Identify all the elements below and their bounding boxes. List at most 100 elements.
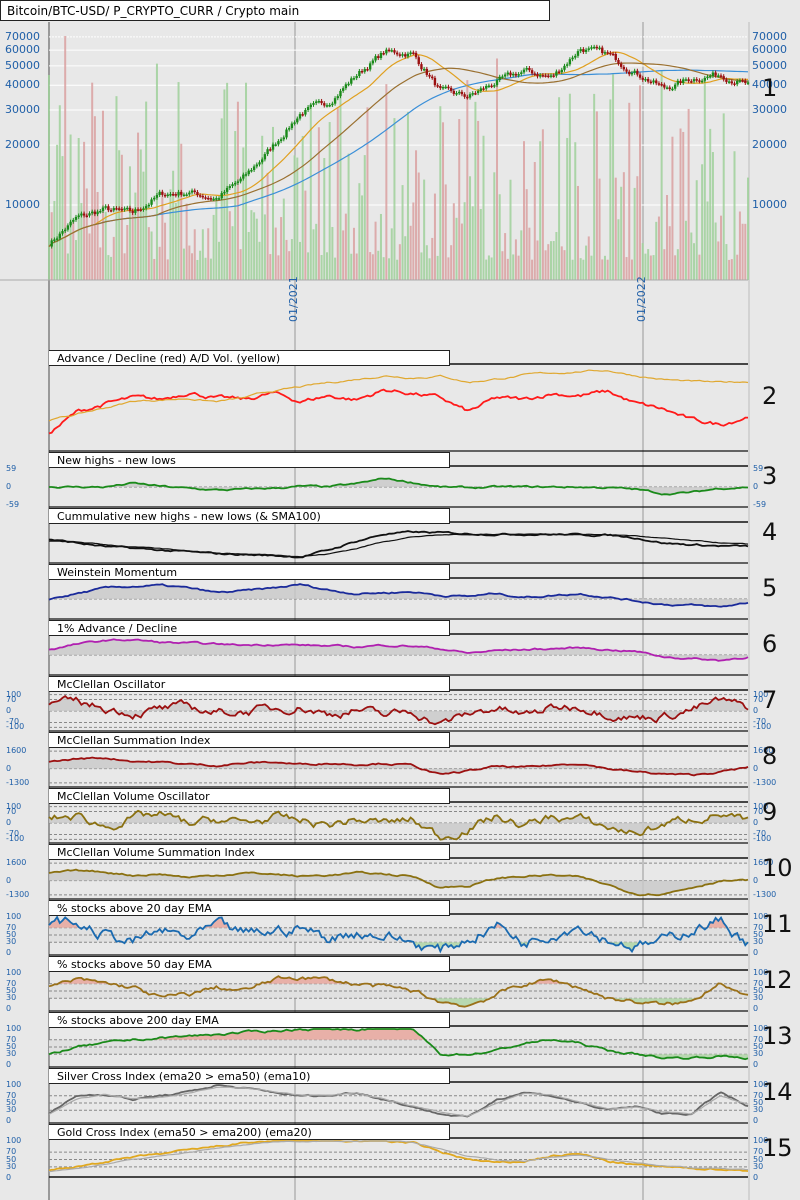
candle [163, 194, 167, 197]
scale-label-left: 70 [6, 806, 17, 816]
volume-bar [304, 190, 307, 280]
candle [128, 207, 132, 211]
volume-bar [717, 241, 720, 280]
candle [444, 86, 447, 89]
volume-bar [236, 101, 239, 280]
volume-bar [196, 259, 199, 280]
volume-bar [609, 99, 612, 280]
scale-label-right: 30 [753, 1161, 764, 1171]
candle [368, 63, 372, 70]
volume-bar [296, 157, 299, 280]
date-label: 01/2022 [635, 276, 648, 322]
candle [449, 87, 453, 91]
volume-bar [514, 239, 517, 280]
panel-number: 14 [762, 1078, 793, 1106]
candle [698, 80, 701, 82]
candle [360, 70, 364, 73]
candle [557, 71, 561, 73]
candle [244, 174, 248, 176]
candle [225, 187, 229, 192]
volume-bar [549, 241, 552, 280]
volume-bar [366, 107, 369, 280]
candle [379, 53, 383, 59]
volume-bar [568, 93, 571, 280]
volume-bar [285, 239, 288, 280]
candle [525, 68, 528, 70]
candle [714, 72, 717, 76]
scale-label-left: -1300 [6, 777, 30, 787]
volume-bar [390, 228, 393, 280]
volume-bar [182, 248, 185, 280]
candle [420, 64, 423, 70]
panel-number: 9 [762, 798, 778, 826]
scale-label-left: -100 [6, 722, 25, 732]
volume-bar [509, 179, 512, 280]
volume-bar [506, 258, 509, 280]
volume-bar [684, 220, 687, 280]
candle [331, 103, 334, 106]
volume-bar [382, 257, 385, 280]
volume-bar [166, 259, 169, 280]
candle [501, 76, 504, 78]
candle [458, 91, 461, 94]
volume-bar [633, 187, 636, 280]
volume-bar [522, 141, 525, 280]
candle [185, 194, 188, 196]
volume-bar [66, 253, 69, 280]
candle [220, 193, 223, 199]
candle [153, 197, 156, 200]
volume-bar [490, 257, 493, 280]
candle [204, 197, 207, 199]
panel-number: 3 [762, 462, 778, 490]
volume-bar [447, 257, 450, 280]
price-label-left: 30000 [5, 103, 40, 117]
candle [323, 103, 326, 106]
candle [131, 210, 134, 213]
candle [665, 87, 669, 89]
candle [746, 82, 750, 84]
volume-bar [212, 214, 215, 280]
candle [595, 46, 599, 49]
price-label-left: 40000 [5, 78, 40, 92]
candle [255, 164, 259, 167]
candle [614, 53, 617, 60]
scale-label-left: 59 [6, 464, 17, 473]
candle [619, 63, 623, 67]
candle [277, 141, 280, 145]
candle [649, 81, 653, 84]
volume-bar [458, 119, 461, 280]
candle [644, 78, 647, 81]
volume-bar [574, 142, 577, 280]
candle [466, 96, 469, 99]
candle [609, 52, 612, 55]
candle [80, 213, 83, 216]
volume-bar [177, 82, 180, 280]
volume-bar [711, 152, 714, 280]
price-label-right: 60000 [752, 43, 787, 57]
candle [371, 60, 375, 64]
scale-label-right: -1300 [753, 777, 777, 787]
candle [601, 47, 604, 54]
volume-bar [423, 179, 426, 280]
scale-label-left: 100 [6, 912, 22, 921]
candle [417, 57, 420, 65]
candle [247, 170, 250, 175]
volume-bar [730, 259, 733, 280]
volume-bar [193, 229, 196, 280]
candle [341, 88, 345, 91]
volume-bar [56, 144, 59, 280]
volume-bar [668, 226, 671, 280]
volume-bar [433, 193, 436, 280]
candle [425, 68, 429, 75]
volume-bar [560, 246, 563, 280]
panel-number: 12 [762, 966, 793, 994]
candle [555, 71, 558, 76]
volume-bar [479, 209, 482, 280]
candle [274, 144, 277, 146]
volume-bar [385, 84, 388, 280]
candle [374, 56, 377, 61]
scale-label-right: 0 [753, 482, 759, 491]
volume-bar [161, 196, 164, 280]
candle [560, 69, 563, 73]
scale-label-left: 30 [6, 1161, 17, 1171]
